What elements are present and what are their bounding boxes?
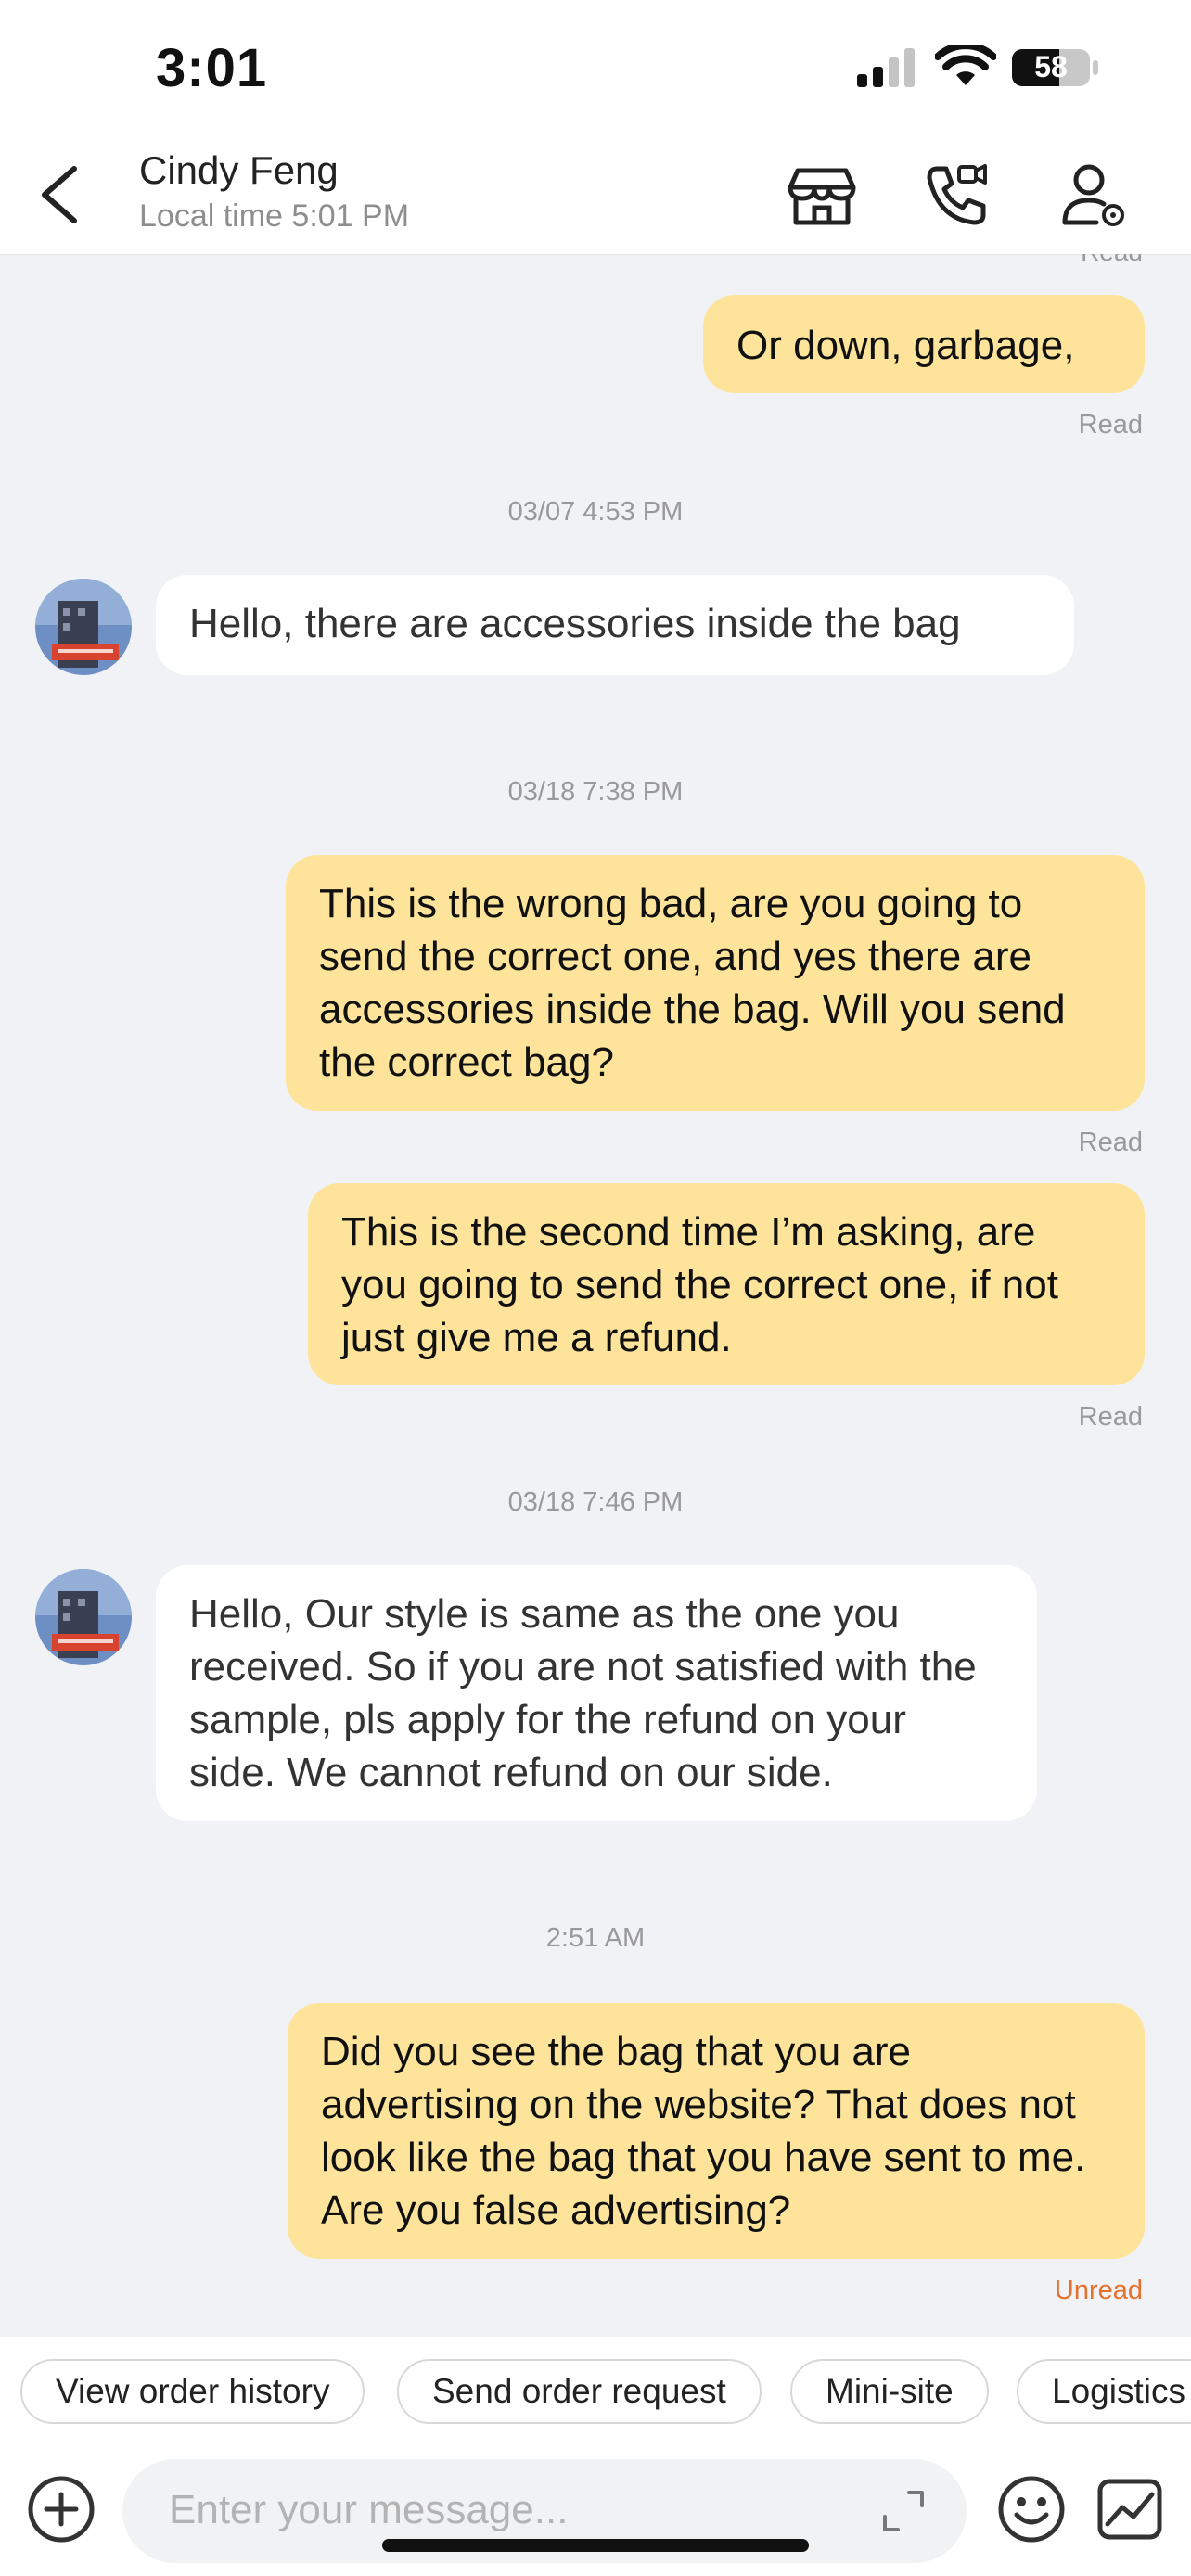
message-timestamp: 03/18 7:46 PM [507, 1487, 684, 1517]
send-order-request-chip[interactable]: Send order request [397, 2359, 762, 2424]
video-call-icon[interactable] [920, 158, 994, 232]
home-indicator[interactable] [382, 2539, 809, 2552]
view-order-history-chip[interactable]: View order history [20, 2359, 365, 2424]
cellular-signal-icon [857, 48, 915, 87]
status-time: 3:01 [156, 38, 268, 98]
read-receipt: Read [1081, 254, 1143, 267]
message-list[interactable]: Read Or down, garbage, Read 03/07 4:53 P… [0, 254, 1191, 2337]
message-text: Hello, there are accessories inside the … [189, 601, 961, 646]
chat-header: Cindy Feng Local time 5:01 PM [0, 139, 1191, 255]
read-receipt: Read [1078, 1402, 1143, 1432]
battery-icon: 58 [1011, 48, 1100, 87]
logistics-chip[interactable]: Logistics [1017, 2359, 1191, 2424]
outgoing-message[interactable]: Did you see the bag that you are adverti… [288, 2003, 1145, 2259]
message-timestamp: 03/18 7:38 PM [507, 777, 684, 807]
message-text: Hello, Our style is same as the one you … [189, 1591, 977, 1795]
message-text: Did you see the bag that you are adverti… [321, 2029, 1086, 2233]
contact-avatar[interactable] [35, 1569, 132, 1665]
wifi-icon [935, 45, 996, 85]
unread-receipt: Unread [1054, 2276, 1143, 2305]
message-text: This is the second time I’m asking, are … [341, 1209, 1058, 1360]
battery-level: 58 [1034, 50, 1068, 83]
outgoing-message[interactable]: This is the second time I’m asking, are … [308, 1183, 1145, 1385]
message-text: This is the wrong bad, are you going to … [319, 881, 1066, 1085]
incoming-message[interactable]: Hello, Our style is same as the one you … [156, 1565, 1037, 1821]
sticker-icon[interactable] [1095, 2474, 1165, 2544]
contact-profile-icon[interactable] [1057, 158, 1132, 232]
store-icon[interactable] [785, 158, 859, 232]
outgoing-message[interactable]: This is the wrong bad, are you going to … [286, 855, 1145, 1111]
message-timestamp: 03/07 4:53 PM [507, 497, 684, 527]
message-composer: Enter your message... [0, 2455, 1191, 2576]
contact-avatar[interactable] [35, 579, 132, 675]
outgoing-message[interactable]: Or down, garbage, [703, 295, 1145, 393]
plus-icon[interactable] [26, 2474, 96, 2544]
incoming-message[interactable]: Hello, there are accessories inside the … [156, 575, 1074, 675]
mini-site-chip[interactable]: Mini-site [790, 2359, 989, 2424]
contact-local-time: Local time 5:01 PM [139, 198, 410, 234]
status-bar: 3:01 58 [0, 0, 1191, 139]
read-receipt: Read [1078, 1128, 1143, 1157]
emoji-icon[interactable] [996, 2474, 1067, 2544]
expand-icon[interactable] [879, 2487, 928, 2535]
read-receipt: Read [1078, 410, 1143, 440]
back-chevron-icon[interactable] [28, 158, 93, 232]
message-text: Or down, garbage, [736, 323, 1075, 368]
quick-actions-bar[interactable]: View order history Send order request Mi… [0, 2337, 1191, 2455]
message-input-placeholder: Enter your message... [169, 2487, 569, 2532]
contact-name[interactable]: Cindy Feng [139, 148, 339, 193]
message-timestamp: 2:51 AM [545, 1923, 646, 1953]
